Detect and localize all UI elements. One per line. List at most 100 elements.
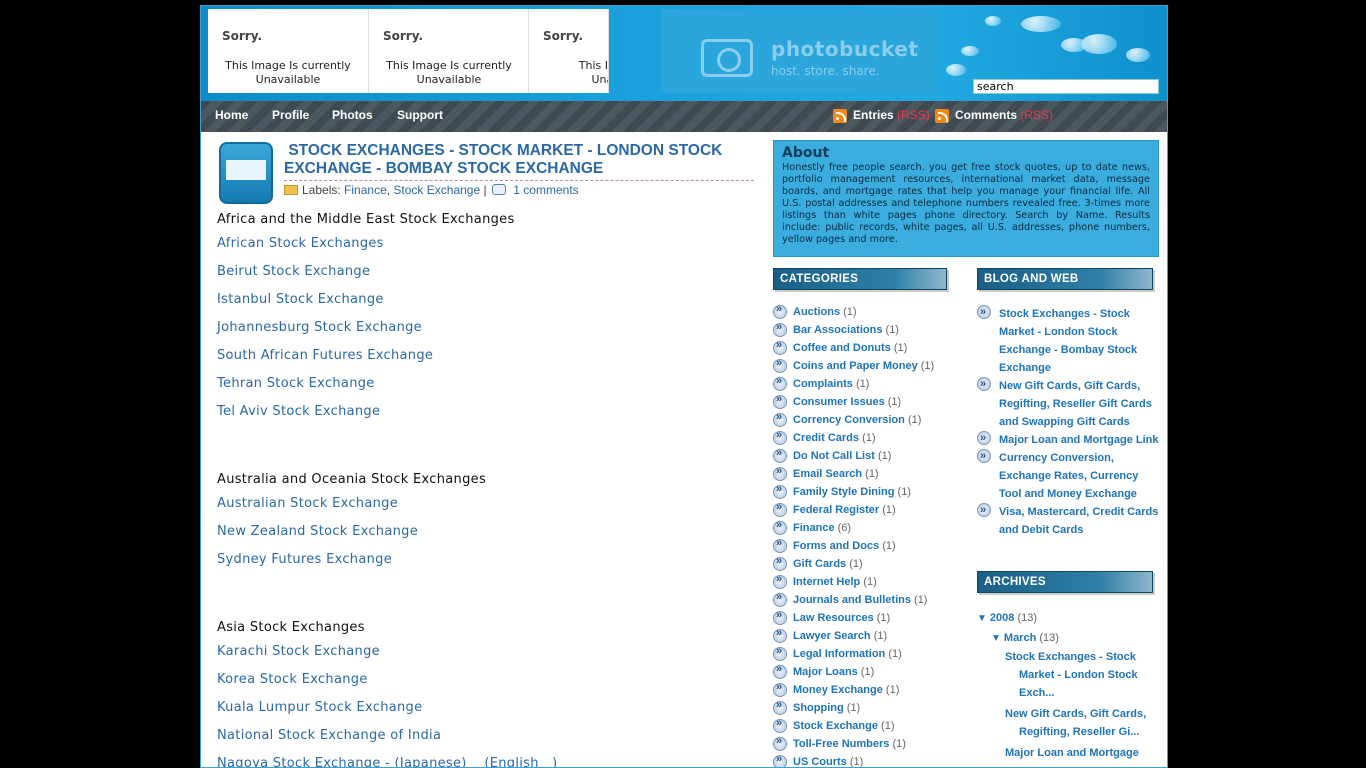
nav-profile[interactable]: Profile xyxy=(272,108,309,122)
exchange-link[interactable]: African Stock Exchanges xyxy=(217,236,757,264)
label-finance-link[interactable]: Finance xyxy=(344,183,387,197)
category-link[interactable]: Toll-Free Numbers (1) xyxy=(793,738,906,750)
blog-link[interactable]: New Gift Cards, Gift Cards, Regifting, R… xyxy=(999,380,1152,428)
list-item: Coins and Paper Money (1) xyxy=(773,357,973,377)
category-link[interactable]: US Courts (1) xyxy=(793,756,863,767)
category-link[interactable]: Gift Cards (1) xyxy=(793,558,863,570)
category-link[interactable]: Email Search (1) xyxy=(793,468,879,480)
category-link[interactable]: Auctions (1) xyxy=(793,306,857,318)
search-input[interactable] xyxy=(973,79,1159,94)
exchange-link[interactable]: National Stock Exchange of India xyxy=(217,728,757,756)
exchange-link[interactable]: Johannesburg Stock Exchange xyxy=(217,320,757,348)
category-link[interactable]: Legal Information (1) xyxy=(793,648,902,660)
exchange-link[interactable]: Tel Aviv Stock Exchange xyxy=(217,404,757,432)
comment-icon xyxy=(491,184,506,195)
comments-link[interactable]: 1 comments xyxy=(513,183,578,197)
bullet-icon xyxy=(773,519,787,535)
list-item: US Courts (1) xyxy=(773,753,973,767)
list-item: Currency Conversion, Exchange Rates, Cur… xyxy=(977,447,1161,503)
exchange-link[interactable]: Nagoya Stock Exchange - (Japanese) (Engl… xyxy=(217,756,757,767)
category-link[interactable]: Forms and Docs (1) xyxy=(793,540,896,552)
bullet-icon xyxy=(977,303,991,321)
bullet-icon xyxy=(977,375,991,393)
bullet-icon xyxy=(773,483,787,499)
exchange-link[interactable]: Australian Stock Exchange xyxy=(217,496,757,524)
category-link[interactable]: Federal Register (1) xyxy=(793,504,896,516)
exchange-link[interactable]: Kuala Lumpur Stock Exchange xyxy=(217,700,757,728)
comments-feed-link[interactable]: Comments (RSS) xyxy=(955,108,1053,122)
archive-post-link[interactable]: Major Loan and Mortgage xyxy=(1005,747,1139,759)
list-item: Law Resources (1) xyxy=(773,609,973,629)
blog-link[interactable]: Major Loan and Mortgage Link xyxy=(999,434,1159,446)
bullet-icon xyxy=(773,375,787,391)
category-link[interactable]: Money Exchange (1) xyxy=(793,684,899,696)
exchange-link[interactable]: Beirut Stock Exchange xyxy=(217,264,757,292)
bullet-icon xyxy=(773,303,787,319)
bullet-icon xyxy=(773,663,787,679)
category-link[interactable]: Coins and Paper Money (1) xyxy=(793,360,934,372)
exchange-link[interactable]: New Zealand Stock Exchange xyxy=(217,524,757,552)
list-item: Visa, Mastercard, Credit Cards and Debit… xyxy=(977,501,1161,539)
archive-month[interactable]: ▼ March (13) xyxy=(977,628,1161,648)
list-item: Finance (6) xyxy=(773,519,973,539)
main-nav: Home Profile Photos Support Entries (RSS… xyxy=(201,101,1167,132)
archive-year[interactable]: ▼ 2008 (13) xyxy=(977,608,1161,628)
section-heading: Australia and Oceania Stock Exchanges xyxy=(217,472,487,487)
bullet-icon xyxy=(773,411,787,427)
list-item: Stock Exchanges - Stock Market - London … xyxy=(977,303,1161,377)
category-link[interactable]: Law Resources (1) xyxy=(793,612,890,624)
exchange-link[interactable]: Karachi Stock Exchange xyxy=(217,644,757,672)
archive-post-link[interactable]: New Gift Cards, Gift Cards, Regifting, Re… xyxy=(1005,708,1146,738)
exchange-link[interactable]: South African Futures Exchange xyxy=(217,348,757,376)
nav-photos[interactable]: Photos xyxy=(332,108,373,122)
category-link[interactable]: Finance (6) xyxy=(793,522,851,534)
category-link[interactable]: Credit Cards (1) xyxy=(793,432,876,444)
list-item: Auctions (1) xyxy=(773,303,973,323)
category-link[interactable]: Do Not Call List (1) xyxy=(793,450,891,462)
archive-post-link[interactable]: Stock Exchanges - Stock Market - London S… xyxy=(1005,651,1138,699)
label-stock-exchange-link[interactable]: Stock Exchange xyxy=(393,183,480,197)
category-link[interactable]: Complaints (1) xyxy=(793,378,869,390)
category-link[interactable]: Internet Help (1) xyxy=(793,576,877,588)
list-item: Major Loan and Mortgage Link xyxy=(977,429,1161,449)
water-drop-decoration xyxy=(985,16,1001,26)
triangle-down-icon[interactable]: ▼ xyxy=(991,633,1001,644)
category-link[interactable]: Lawyer Search (1) xyxy=(793,630,887,642)
blog-link[interactable]: Visa, Mastercard, Credit Cards and Debit… xyxy=(999,506,1158,536)
exchange-link[interactable]: Korea Stock Exchange xyxy=(217,672,757,700)
exchange-link[interactable]: Istanbul Stock Exchange xyxy=(217,292,757,320)
exchange-link[interactable]: Sydney Futures Exchange xyxy=(217,552,757,580)
category-link[interactable]: Corrency Conversion (1) xyxy=(793,414,921,426)
bullet-icon xyxy=(773,357,787,373)
bullet-icon xyxy=(773,735,787,751)
nav-home[interactable]: Home xyxy=(215,108,248,122)
blog-link[interactable]: Currency Conversion, Exchange Rates, Cur… xyxy=(999,452,1138,500)
category-link[interactable]: Coffee and Donuts (1) xyxy=(793,342,907,354)
category-link[interactable]: Journals and Bulletins (1) xyxy=(793,594,927,606)
rss-icon[interactable] xyxy=(833,109,847,123)
bullet-icon xyxy=(773,699,787,715)
category-link[interactable]: Consumer Issues (1) xyxy=(793,396,901,408)
bullet-icon xyxy=(773,321,787,337)
triangle-down-icon[interactable]: ▼ xyxy=(977,613,987,624)
category-link[interactable]: Stock Exchange (1) xyxy=(793,720,895,732)
category-link[interactable]: Shopping (1) xyxy=(793,702,860,714)
bullet-icon xyxy=(773,609,787,625)
post-title[interactable]: STOCK EXCHANGES - STOCK MARKET - LONDON … xyxy=(284,142,754,181)
blog-link[interactable]: Stock Exchanges - Stock Market - London … xyxy=(999,308,1137,374)
entries-feed-link[interactable]: Entries (RSS) xyxy=(853,108,930,122)
category-link[interactable]: Bar Associations (1) xyxy=(793,324,899,336)
category-link[interactable]: Family Style Dining (1) xyxy=(793,486,911,498)
nav-support[interactable]: Support xyxy=(397,108,443,122)
about-box: About Honestly free people search. you g… xyxy=(773,140,1159,257)
category-link[interactable]: Major Loans (1) xyxy=(793,666,874,678)
list-item: Email Search (1) xyxy=(773,465,973,485)
about-text: Honestly free people search. you get fre… xyxy=(782,162,1150,245)
about-title: About xyxy=(782,145,830,161)
bullet-icon xyxy=(773,393,787,409)
placeholder-sorry: Sorry. xyxy=(383,29,424,43)
exchange-link[interactable]: Tehran Stock Exchange xyxy=(217,376,757,404)
list-item: Legal Information (1) xyxy=(773,645,973,665)
rss-icon[interactable] xyxy=(935,109,949,123)
water-drop-decoration xyxy=(961,46,979,56)
